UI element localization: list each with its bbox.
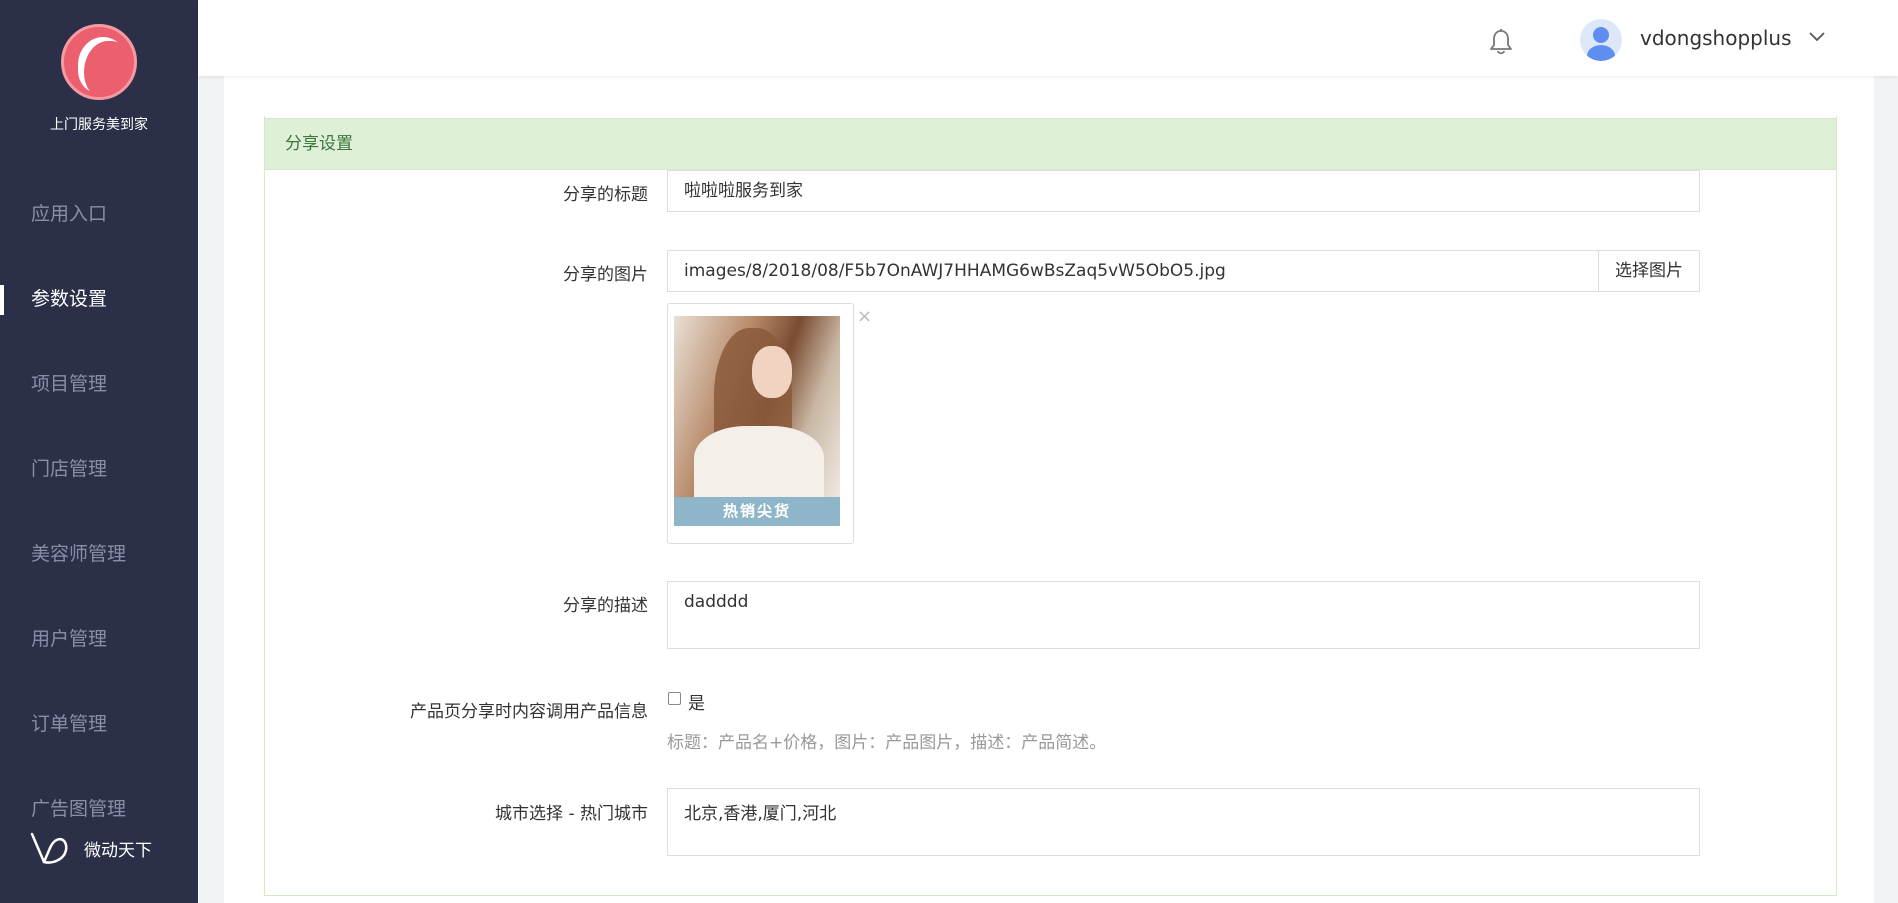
avatar[interactable] bbox=[1580, 19, 1622, 61]
image-preview: 热销尖货 bbox=[667, 303, 854, 544]
logo-text: 上门服务美到家 bbox=[50, 117, 148, 133]
sidebar-item-orders[interactable]: 订单管理 bbox=[0, 682, 198, 767]
remove-image-icon[interactable]: × bbox=[857, 306, 872, 327]
sidebar-nav: 应用入口 参数设置 项目管理 门店管理 美容师管理 用户管理 订单管理 广告图管… bbox=[0, 172, 198, 852]
sidebar-item-stores[interactable]: 门店管理 bbox=[0, 427, 198, 512]
share-desc-label: 分享的描述 bbox=[563, 596, 648, 616]
share-settings-panel bbox=[264, 116, 1837, 896]
preview-banner: 热销尖货 bbox=[674, 497, 840, 526]
share-image-label: 分享的图片 bbox=[563, 265, 648, 285]
sidebar-item-beauticians[interactable]: 美容师管理 bbox=[0, 512, 198, 597]
sidebar: 上门服务美到家 应用入口 参数设置 项目管理 门店管理 美容师管理 用户管理 订… bbox=[0, 0, 198, 903]
share-image-input[interactable]: images/8/2018/08/F5b7OnAWJ7HHAMG6wBsZaq5… bbox=[667, 250, 1599, 292]
preview-photo bbox=[674, 316, 840, 497]
brand-text: 微动天下 bbox=[84, 840, 152, 861]
pick-image-button[interactable]: 选择图片 bbox=[1598, 250, 1700, 292]
logo: 上门服务美到家 bbox=[0, 24, 198, 134]
logo-icon bbox=[61, 24, 137, 100]
share-title-input[interactable]: 啦啦啦服务到家 bbox=[667, 170, 1700, 212]
share-title-label: 分享的标题 bbox=[563, 185, 648, 205]
sidebar-item-app-entry[interactable]: 应用入口 bbox=[0, 172, 198, 257]
brand-footer: 微动天下 bbox=[30, 830, 152, 866]
product-share-label: 产品页分享时内容调用产品信息 bbox=[410, 702, 648, 722]
username[interactable]: vdongshopplus bbox=[1640, 26, 1792, 50]
product-share-option-label[interactable]: 是 bbox=[688, 689, 705, 714]
hot-city-textarea[interactable]: 北京,香港,厦门,河北 bbox=[667, 788, 1700, 856]
hot-city-label: 城市选择 - 热门城市 bbox=[495, 804, 648, 824]
sidebar-item-projects[interactable]: 项目管理 bbox=[0, 342, 198, 427]
top-bar: vdongshopplus bbox=[198, 0, 1898, 76]
share-desc-textarea[interactable]: dadddd bbox=[667, 581, 1700, 649]
sidebar-item-users[interactable]: 用户管理 bbox=[0, 597, 198, 682]
sidebar-item-settings[interactable]: 参数设置 bbox=[0, 257, 198, 342]
bell-icon[interactable] bbox=[1488, 28, 1514, 56]
product-share-help: 标题：产品名+价格，图片：产品图片，描述：产品简述。 bbox=[667, 733, 1107, 753]
panel-title: 分享设置 bbox=[264, 118, 1837, 170]
brand-logo-icon bbox=[30, 832, 68, 864]
product-share-checkbox[interactable] bbox=[668, 692, 681, 705]
chevron-down-icon[interactable] bbox=[1808, 30, 1826, 44]
